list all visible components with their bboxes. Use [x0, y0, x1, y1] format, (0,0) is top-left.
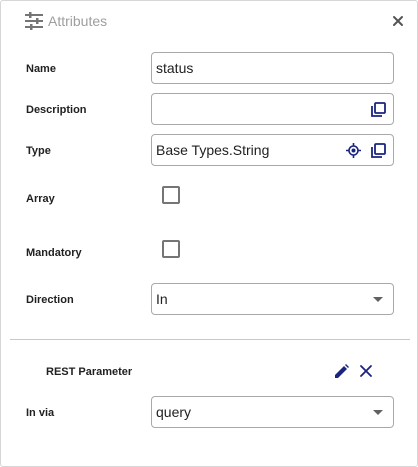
- in-via-label: In via: [26, 407, 55, 419]
- sliders-icon: [25, 12, 43, 30]
- open-editor-icon[interactable]: [371, 102, 386, 117]
- type-label: Type: [26, 145, 51, 157]
- divider: [10, 339, 410, 340]
- close-icon[interactable]: [391, 14, 405, 28]
- mandatory-label: Mandatory: [26, 247, 82, 259]
- remove-icon[interactable]: [359, 364, 373, 378]
- direction-select[interactable]: In: [151, 283, 394, 315]
- type-value: Base Types.String: [156, 142, 270, 158]
- panel-title: Attributes: [48, 13, 108, 29]
- open-type-icon[interactable]: [371, 143, 386, 158]
- description-field[interactable]: [151, 93, 394, 125]
- array-checkbox[interactable]: [162, 186, 180, 204]
- rest-parameter-title: REST Parameter: [46, 366, 133, 378]
- description-label: Description: [26, 104, 87, 116]
- in-via-select[interactable]: query: [151, 396, 394, 428]
- chevron-down-icon: [373, 410, 383, 415]
- direction-label: Direction: [26, 294, 74, 306]
- edit-icon[interactable]: [334, 364, 349, 379]
- type-field[interactable]: Base Types.String: [151, 134, 394, 166]
- locate-icon[interactable]: [346, 143, 361, 158]
- array-label: Array: [26, 193, 55, 205]
- mandatory-checkbox[interactable]: [162, 240, 180, 258]
- direction-value: In: [156, 291, 168, 307]
- name-field[interactable]: status: [151, 52, 394, 84]
- attributes-panel: Attributes Name status Description Type …: [0, 0, 418, 467]
- name-value: status: [156, 60, 194, 76]
- in-via-value: query: [156, 404, 192, 420]
- name-label: Name: [26, 63, 56, 75]
- chevron-down-icon: [373, 297, 383, 302]
